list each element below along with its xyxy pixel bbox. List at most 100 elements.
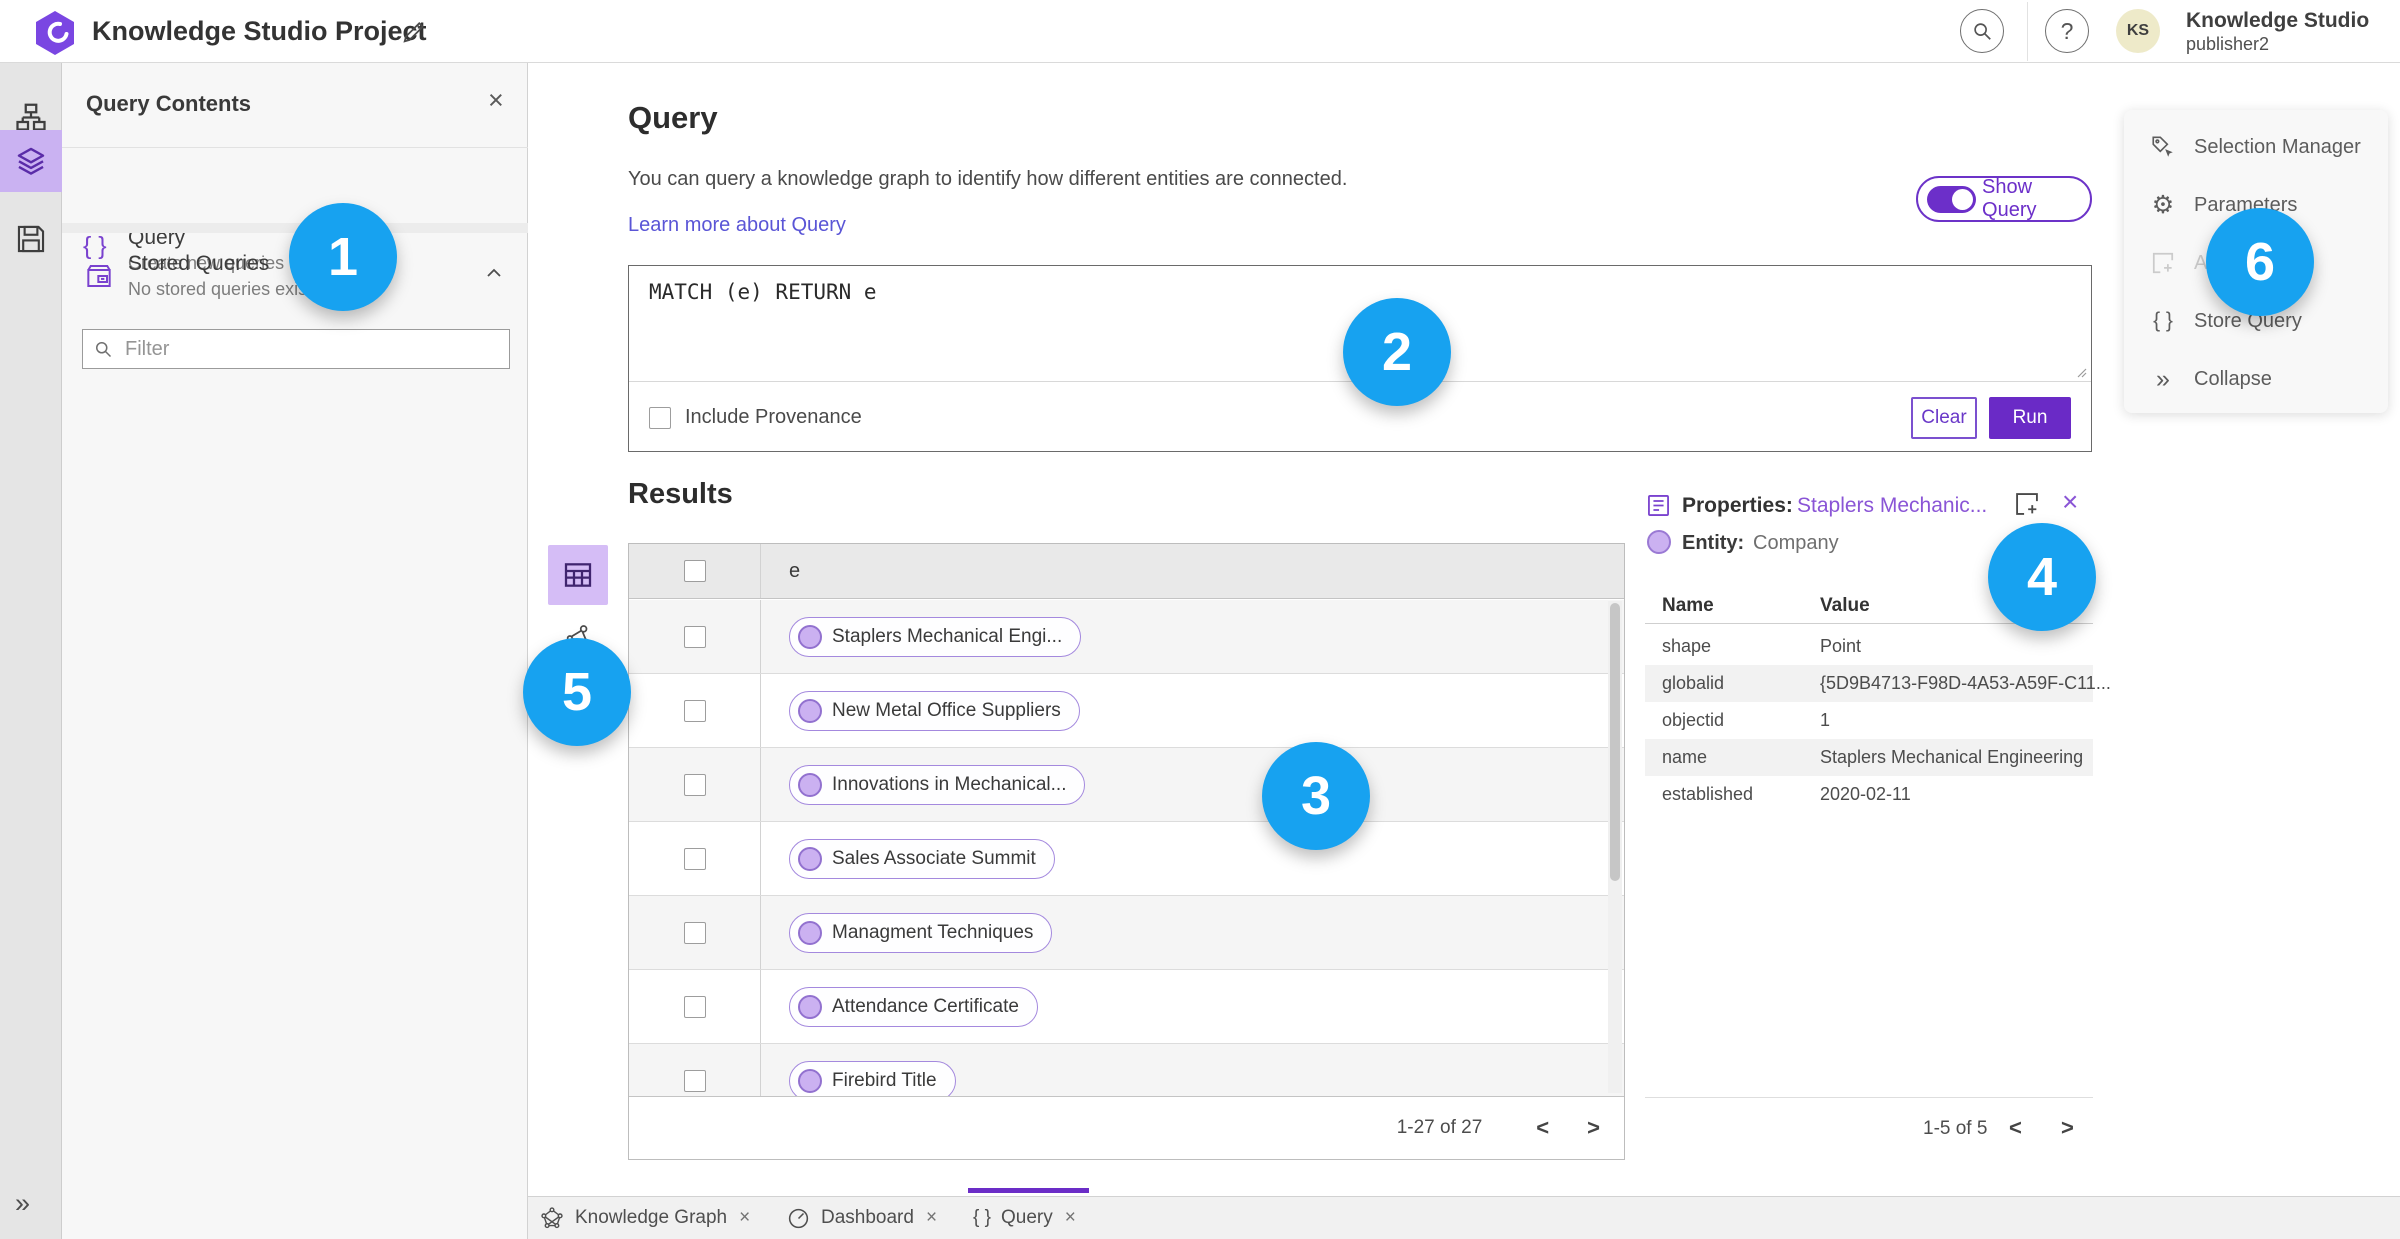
tab-label: Dashboard	[821, 1207, 914, 1228]
table-row[interactable]: Managment Techniques	[629, 896, 1624, 970]
save-icon	[17, 225, 45, 253]
entity-pill[interactable]: New Metal Office Suppliers	[789, 690, 1080, 731]
braces-icon: { }	[973, 1207, 991, 1228]
properties-pagination-label: 1-5 of 5	[1923, 1118, 1988, 1139]
query-editor-toolbar: Include Provenance Clear Run	[629, 383, 2091, 452]
add-to-selection-button[interactable]	[2013, 490, 2043, 520]
entity-dot-icon	[798, 994, 822, 1019]
include-provenance-checkbox[interactable]	[649, 406, 671, 429]
property-value: Staplers Mechanical Engineering	[1820, 747, 2084, 767]
edit-title-button[interactable]	[400, 18, 428, 46]
table-scrollbar[interactable]	[1608, 601, 1622, 1093]
collapse-section-button[interactable]	[482, 261, 506, 290]
property-row: established 2020-02-11	[1645, 776, 2093, 813]
properties-prev-page-button[interactable]: <	[2003, 1115, 2028, 1141]
table-view-button[interactable]	[548, 545, 608, 605]
table-icon	[564, 563, 592, 587]
bottom-tab-bar: Knowledge Graph × Dashboard × { } Query …	[528, 1196, 2400, 1239]
row-checkbox[interactable]	[683, 699, 706, 722]
top-header: Knowledge Studio Project ? KS Knowledge …	[0, 0, 2400, 63]
entity-pill[interactable]: Sales Associate Summit	[789, 838, 1055, 879]
menu-item-selection-manager[interactable]: Selection Manager	[2124, 118, 2388, 176]
property-value: Point	[1820, 636, 1862, 656]
table-row[interactable]: Staplers Mechanical Engi...	[629, 600, 1624, 674]
row-checkbox[interactable]	[683, 995, 706, 1018]
row-checkbox[interactable]	[683, 847, 706, 870]
panel-close-button[interactable]: ×	[488, 85, 504, 116]
tab-close-button[interactable]: ×	[926, 1207, 937, 1229]
user-name: Knowledge Studio	[2186, 9, 2370, 32]
tab-close-button[interactable]: ×	[739, 1207, 750, 1229]
menu-item-label: Collapse	[2194, 367, 2272, 390]
selection-manager-icon	[2152, 136, 2173, 157]
save-button[interactable]	[0, 208, 62, 270]
entity-pill[interactable]: Managment Techniques	[789, 912, 1053, 953]
menu-item-label: Selection Manager	[2194, 135, 2361, 158]
collapse-icon: »	[2156, 364, 2170, 393]
filter-input[interactable]	[123, 336, 499, 362]
property-row: objectid 1	[1645, 702, 2093, 739]
property-name: name	[1662, 747, 1708, 767]
entity-pill[interactable]: Firebird Title	[789, 1060, 956, 1096]
contents-button-selected[interactable]	[0, 130, 62, 192]
row-checkbox[interactable]	[683, 773, 706, 796]
properties-close-button[interactable]: ×	[2062, 486, 2078, 518]
search-button[interactable]	[1960, 9, 2004, 53]
learn-more-link[interactable]: Learn more about Query	[628, 214, 846, 237]
tab-knowledge-graph[interactable]: Knowledge Graph ×	[539, 1197, 750, 1239]
property-name: shape	[1662, 636, 1712, 656]
tab-dashboard[interactable]: Dashboard ×	[786, 1197, 937, 1239]
panel-title: Query Contents	[86, 91, 252, 116]
entity-pill[interactable]: Attendance Certificate	[789, 986, 1038, 1027]
row-checkbox[interactable]	[683, 1069, 706, 1092]
run-button[interactable]: Run	[1989, 396, 2071, 439]
row-checkbox[interactable]	[683, 921, 706, 944]
show-query-toggle[interactable]: Show Query	[1916, 176, 2092, 222]
entity-dot-icon	[798, 772, 822, 797]
resize-handle-icon[interactable]	[2073, 364, 2087, 378]
search-icon	[1974, 23, 1991, 40]
entity-pill-label: Managment Techniques	[832, 921, 1034, 943]
select-all-checkbox[interactable]	[683, 560, 706, 582]
layers-icon	[17, 147, 45, 175]
properties-next-page-button[interactable]: >	[2055, 1115, 2080, 1141]
property-name: globalid	[1662, 673, 1725, 693]
annotation-circle-4: 4	[1988, 523, 2096, 631]
gear-icon: ⚙	[2151, 191, 2175, 219]
clear-button[interactable]: Clear	[1911, 396, 1977, 439]
table-row[interactable]: Innovations in Mechanical...	[629, 748, 1624, 822]
property-name: objectid	[1662, 710, 1725, 730]
user-menu[interactable]: Knowledge Studio publisher2	[2186, 8, 2369, 55]
row-checkbox[interactable]	[683, 625, 706, 648]
properties-col-value: Value	[1820, 595, 1870, 616]
help-button[interactable]: ?	[2045, 9, 2089, 53]
annotation-circle-1: 1	[289, 203, 397, 311]
tab-query-active[interactable]: { } Query ×	[973, 1197, 1076, 1239]
avatar[interactable]: KS	[2116, 9, 2160, 53]
entity-pill[interactable]: Innovations in Mechanical...	[789, 764, 1086, 805]
properties-entity-link[interactable]: Staplers Mechanic...	[1797, 494, 1987, 518]
stored-queries-sublabel: No stored queries exist	[128, 279, 313, 299]
property-name: established	[1662, 784, 1754, 804]
table-row[interactable]: New Metal Office Suppliers	[629, 674, 1624, 748]
user-subtitle: publisher2	[2186, 34, 2270, 54]
entity-pill-label: Attendance Certificate	[832, 995, 1019, 1017]
results-next-page-button[interactable]: >	[1581, 1115, 1606, 1141]
show-query-label: Show Query	[1982, 176, 2037, 221]
braces-icon: { }	[2153, 309, 2173, 332]
table-row[interactable]: Sales Associate Summit	[629, 822, 1624, 896]
property-value: 1	[1820, 710, 1831, 730]
property-row: globalid {5D9B4713-F98D-4A53-A59F-C11...	[1645, 665, 2111, 702]
chevron-up-icon	[487, 268, 501, 277]
results-prev-page-button[interactable]: <	[1530, 1115, 1555, 1141]
table-row[interactable]: Attendance Certificate	[629, 970, 1624, 1044]
entity-value: Company	[1753, 532, 1839, 554]
menu-item-collapse[interactable]: » Collapse	[2124, 350, 2388, 408]
entity-pill[interactable]: Staplers Mechanical Engi...	[789, 616, 1082, 657]
expand-rail-button[interactable]: »	[15, 1188, 30, 1219]
tab-close-button[interactable]: ×	[1065, 1207, 1076, 1229]
toggle-switch	[1927, 185, 1977, 213]
table-row[interactable]: Firebird Title	[629, 1044, 1624, 1096]
scrollbar-thumb[interactable]	[1610, 603, 1620, 881]
app-logo-icon[interactable]	[36, 11, 74, 55]
